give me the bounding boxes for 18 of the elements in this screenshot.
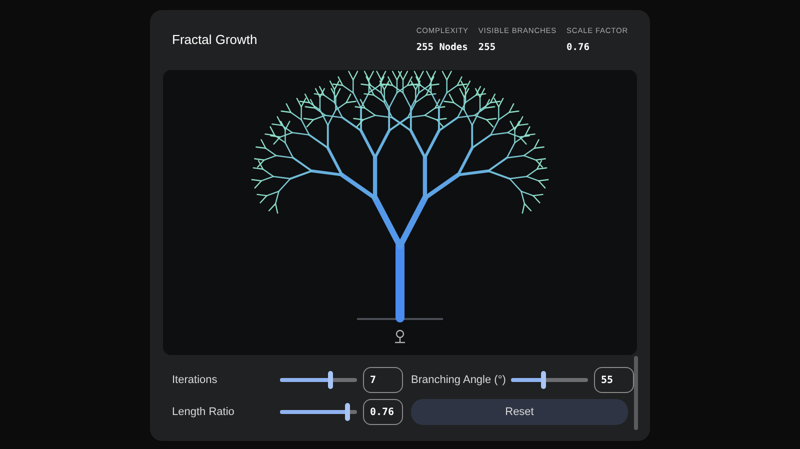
slider[interactable] (280, 371, 357, 389)
slider-thumb[interactable] (540, 371, 546, 389)
stat-value: 255 (478, 41, 497, 55)
slider-thumb[interactable] (345, 403, 350, 421)
slider[interactable] (511, 371, 588, 389)
reset-button[interactable]: Reset (411, 399, 628, 425)
sprout-icon (395, 330, 405, 344)
value-field[interactable]: 7 (363, 367, 403, 393)
slider-label: Branching Angle (°) (411, 372, 507, 388)
slider-thumb[interactable] (328, 371, 334, 389)
slider-label: Iterations (172, 372, 218, 388)
panel-title: Fractal Growth (172, 31, 258, 50)
stat-value: 0.76 (566, 41, 590, 55)
slider[interactable] (280, 403, 357, 421)
scrollbar[interactable] (634, 356, 638, 430)
stat-value: 255 Nodes (416, 41, 468, 55)
slider-label: Length Ratio (172, 404, 236, 420)
value-field[interactable]: 0.76 (363, 399, 403, 425)
